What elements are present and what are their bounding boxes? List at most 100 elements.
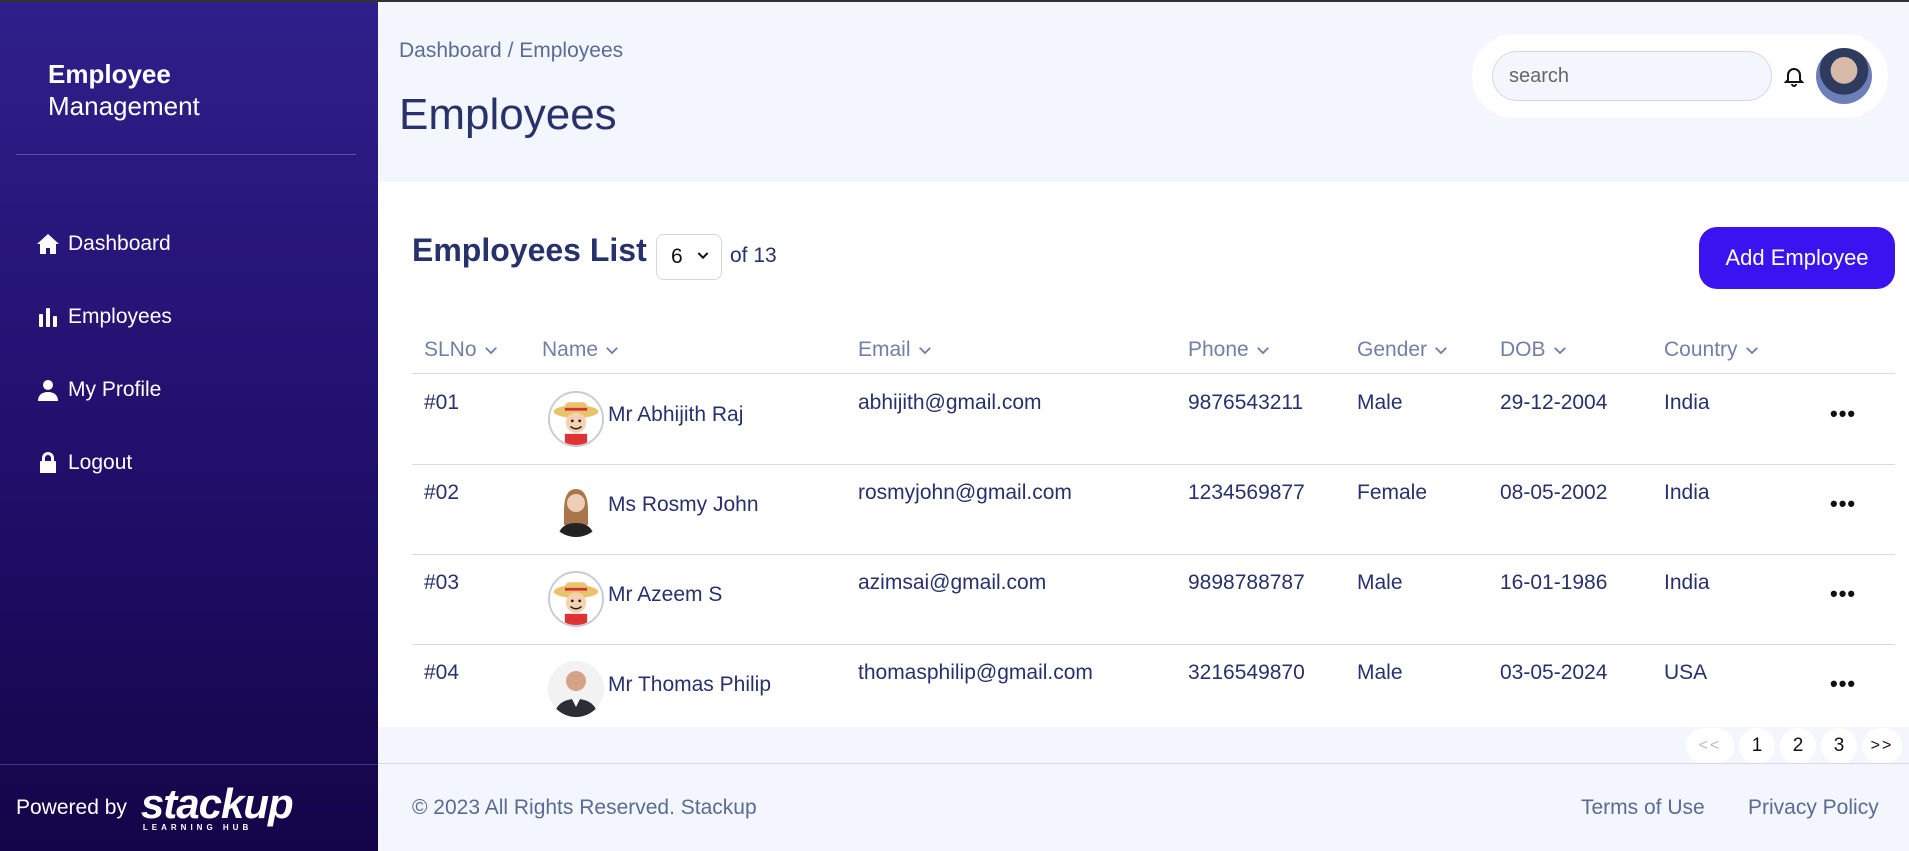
search-input[interactable]	[1492, 51, 1772, 101]
sidebar-item-employees[interactable]: Employees	[36, 280, 172, 353]
sidebar-item-label: My Profile	[68, 377, 162, 401]
cell-phone: 9876543211	[1188, 391, 1304, 414]
cell-email: abhijith@gmail.com	[858, 391, 1042, 414]
chevron-down-icon	[1256, 347, 1269, 355]
table-row[interactable]: #01 Mr Abhijith Raj abhijith@gmail.com 9…	[412, 375, 1895, 465]
cell-phone: 9898788787	[1188, 571, 1305, 594]
table-header: SLNo Name Email Phone Gender DOB Country	[412, 332, 1895, 374]
cell-dob: 03-05-2024	[1500, 661, 1608, 684]
column-header-phone[interactable]: Phone	[1188, 338, 1272, 362]
cell-slno: #04	[424, 661, 460, 684]
lock-icon	[40, 451, 56, 473]
cell-name: Ms Rosmy John	[608, 493, 759, 516]
person-avatar-icon	[548, 481, 604, 537]
cell-email: rosmyjohn@gmail.com	[858, 481, 1072, 504]
brand-line-1: Employee	[48, 59, 171, 89]
row-actions-button[interactable]: •••	[1830, 401, 1856, 427]
app-brand: Employee Management	[48, 58, 200, 122]
cell-name: Mr Thomas Philip	[608, 673, 771, 696]
column-label: Phone	[1188, 338, 1249, 361]
page-size-value: 6	[671, 245, 683, 268]
brand-line-2: Management	[48, 91, 200, 121]
employee-avatar	[548, 571, 604, 627]
row-actions-button[interactable]: •••	[1830, 491, 1856, 517]
row-actions-button[interactable]: •••	[1830, 671, 1856, 697]
pagination-prev-button[interactable]: <<	[1686, 728, 1734, 764]
employees-card: Employees List 6 of 13 Add Employee SLNo…	[378, 182, 1909, 727]
copyright-text: © 2023 All Rights Reserved. Stackup	[412, 796, 757, 819]
sidebar-nav: Dashboard Employees My Profile Logout	[36, 207, 172, 499]
sidebar-item-my-profile[interactable]: My Profile	[36, 353, 172, 426]
cell-country: India	[1664, 571, 1710, 594]
employee-avatar	[548, 661, 604, 717]
sidebar-item-label: Logout	[68, 450, 133, 474]
cell-country: India	[1664, 391, 1710, 414]
add-employee-button[interactable]: Add Employee	[1699, 227, 1895, 289]
sidebar-item-label: Employees	[68, 304, 172, 328]
employee-avatar	[548, 481, 604, 537]
chevron-down-icon	[1745, 347, 1758, 355]
page-size-select[interactable]: 6	[656, 234, 722, 280]
pagination-page-2[interactable]: 2	[1780, 728, 1816, 764]
cell-phone: 3216549870	[1188, 661, 1305, 684]
column-label: DOB	[1500, 338, 1546, 361]
header-tools	[1472, 34, 1888, 118]
cell-slno: #02	[424, 481, 460, 504]
employee-avatar	[548, 391, 604, 447]
cell-email: azimsai@gmail.com	[858, 571, 1047, 594]
chevron-down-icon	[606, 347, 618, 355]
column-header-dob[interactable]: DOB	[1500, 338, 1569, 362]
column-label: SLNo	[424, 338, 477, 361]
breadcrumb[interactable]: Dashboard / Employees	[399, 39, 623, 63]
stackup-logo-subtext: LEARNING HUB	[142, 822, 253, 832]
cell-phone: 1234569877	[1188, 481, 1305, 504]
pagination-page-3[interactable]: 3	[1821, 728, 1857, 764]
column-header-slno[interactable]: SLNo	[424, 338, 500, 362]
cell-gender: Male	[1357, 661, 1403, 684]
chevron-down-icon	[918, 347, 931, 355]
column-header-email[interactable]: Email	[858, 338, 934, 362]
row-actions-button[interactable]: •••	[1830, 581, 1856, 607]
powered-by-label: Powered by	[16, 796, 127, 819]
table-row[interactable]: #03 Mr Azeem S azimsai@gmail.com 9898788…	[412, 555, 1895, 645]
table-row[interactable]: #04 Mr Thomas Philip thomasphilip@gmail.…	[412, 645, 1895, 735]
privacy-link[interactable]: Privacy Policy	[1748, 796, 1879, 820]
chevron-down-icon	[697, 252, 709, 260]
cell-dob: 08-05-2002	[1500, 481, 1608, 504]
stackup-logo: stackup LEARNING HUB	[140, 779, 294, 832]
sidebar-item-logout[interactable]: Logout	[36, 426, 172, 499]
pagination: << 1 2 3 >>	[1686, 728, 1907, 764]
cell-name: Mr Abhijith Raj	[608, 403, 744, 426]
column-header-gender[interactable]: Gender	[1357, 338, 1450, 362]
cell-slno: #03	[424, 571, 460, 594]
column-header-name[interactable]: Name	[542, 338, 621, 362]
bell-icon[interactable]	[1782, 64, 1806, 88]
sidebar-divider	[16, 154, 356, 155]
column-label: Country	[1664, 338, 1738, 361]
cartoon-avatar-icon	[553, 402, 599, 445]
cell-email: thomasphilip@gmail.com	[858, 661, 1093, 684]
column-label: Email	[858, 338, 911, 361]
chevron-down-icon	[484, 347, 497, 355]
table-row[interactable]: #02 Ms Rosmy John rosmyjohn@gmail.com 12…	[412, 465, 1895, 555]
terms-link[interactable]: Terms of Use	[1581, 796, 1705, 820]
stackup-logo-text: stackup	[140, 779, 294, 827]
total-count: of 13	[730, 244, 777, 267]
cell-country: India	[1664, 481, 1710, 504]
sidebar-footer: Powered by stackup LEARNING HUB	[0, 764, 378, 851]
cell-gender: Male	[1357, 391, 1403, 414]
pagination-next-button[interactable]: >>	[1862, 728, 1902, 764]
cell-dob: 29-12-2004	[1500, 391, 1608, 414]
cell-gender: Male	[1357, 571, 1403, 594]
user-avatar[interactable]	[1816, 48, 1872, 104]
person-avatar-icon	[548, 661, 604, 717]
pagination-page-1[interactable]: 1	[1739, 728, 1775, 764]
page-header: Dashboard / Employees Employees	[378, 2, 1909, 182]
sidebar-item-dashboard[interactable]: Dashboard	[36, 207, 172, 280]
home-icon	[37, 233, 59, 254]
column-header-country[interactable]: Country	[1664, 338, 1761, 362]
window-top-border	[0, 0, 1909, 2]
cell-dob: 16-01-1986	[1500, 571, 1608, 594]
column-label: Gender	[1357, 338, 1428, 361]
user-icon	[38, 379, 58, 401]
